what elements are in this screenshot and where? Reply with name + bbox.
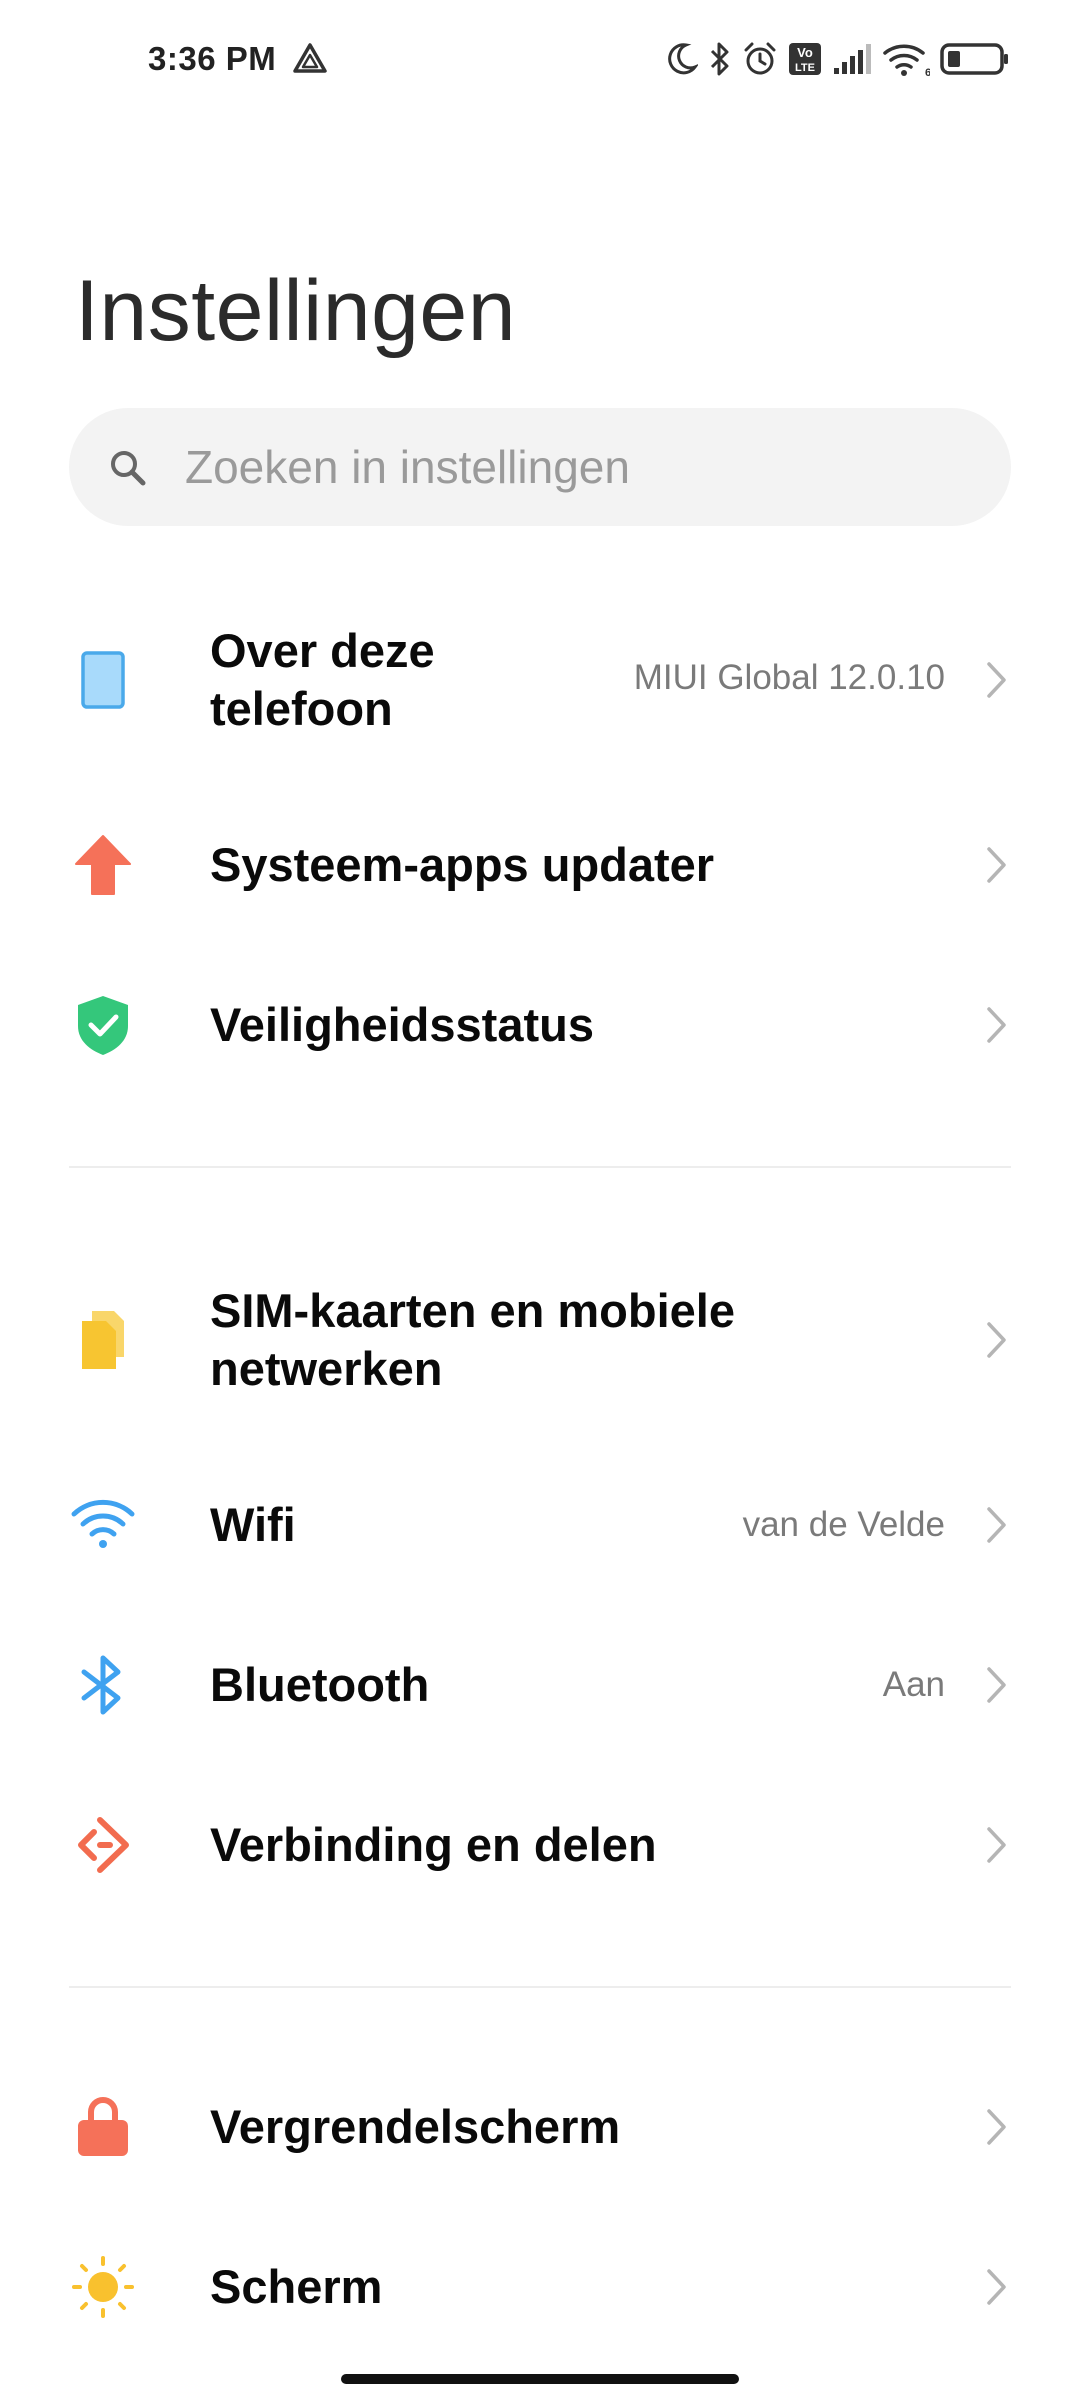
- chevron-right-icon: [984, 843, 1010, 887]
- settings-item-label: Bluetooth: [210, 1658, 430, 1711]
- settings-item-label: Over deze telefoon: [210, 622, 435, 738]
- search-icon: [106, 446, 150, 490]
- settings-item-connection-sharing[interactable]: Verbinding en delen: [0, 1770, 1080, 1920]
- search-placeholder: Zoeken in instellingen: [185, 441, 630, 493]
- volte-icon: Vo LTE: [788, 42, 822, 76]
- lock-icon: [70, 2094, 136, 2160]
- settings-item-label: Systeem-apps updater: [210, 838, 715, 891]
- alarm-icon: [742, 41, 778, 77]
- sim-card-icon: [70, 1307, 136, 1373]
- section-divider: [69, 1986, 1011, 1988]
- volte-top-text: Vo: [797, 45, 813, 60]
- arrow-up-icon: [70, 832, 136, 898]
- bluetooth-icon: [70, 1652, 136, 1718]
- settings-item-value: Aan: [882, 1665, 945, 1704]
- page-title: Instellingen: [75, 263, 517, 359]
- settings-item-label-line: SIM-kaarten en mobiele: [210, 1284, 735, 1337]
- settings-item-display[interactable]: Scherm: [0, 2212, 1080, 2362]
- settings-item-system-apps-updater[interactable]: Systeem-apps updater: [0, 790, 1080, 940]
- settings-item-label-line: netwerken: [210, 1342, 443, 1395]
- chevron-right-icon: [984, 1318, 1010, 1362]
- volte-bottom-text: LTE: [795, 62, 815, 74]
- connection-share-icon: [70, 1812, 136, 1878]
- settings-item-value: van de Velde: [742, 1505, 945, 1544]
- section-divider: [69, 1166, 1011, 1168]
- drive-triangle-icon: [292, 41, 328, 77]
- chevron-right-icon: [984, 1003, 1010, 1047]
- chevron-right-icon: [984, 1823, 1010, 1867]
- settings-item-label: Scherm: [210, 2260, 383, 2313]
- signal-icon: [832, 42, 872, 76]
- home-indicator[interactable]: [341, 2374, 739, 2384]
- status-icons: Vo LTE 6: [666, 36, 1010, 82]
- settings-item-wifi[interactable]: Wifi van de Velde: [0, 1450, 1080, 1600]
- wifi-badge: 6: [925, 67, 930, 77]
- settings-item-label-line: Over deze: [210, 624, 435, 677]
- bluetooth-icon: [708, 40, 732, 78]
- moon-icon: [666, 41, 698, 77]
- settings-item-label-line: telefoon: [210, 682, 393, 735]
- shield-check-icon: [70, 992, 136, 1058]
- settings-item-bluetooth[interactable]: Bluetooth Aan: [0, 1610, 1080, 1760]
- status-bar: 3:36 PM Vo LTE 6: [0, 0, 1080, 120]
- settings-item-value: MIUI Global 12.0.10: [633, 658, 945, 697]
- wifi-icon: [70, 1490, 136, 1556]
- settings-item-lock-screen[interactable]: Vergrendelscherm: [0, 2052, 1080, 2202]
- chevron-right-icon: [984, 2265, 1010, 2309]
- chevron-right-icon: [984, 1503, 1010, 1547]
- status-time: 3:36 PM: [148, 40, 277, 77]
- settings-item-label: Veiligheidsstatus: [210, 998, 594, 1051]
- battery-icon: [940, 42, 1010, 76]
- wifi-icon: 6: [882, 41, 930, 77]
- settings-item-sim-networks[interactable]: SIM-kaarten en mobiele netwerken: [0, 1260, 1080, 1420]
- settings-item-label: Vergrendelscherm: [210, 2100, 621, 2153]
- chevron-right-icon: [984, 658, 1010, 702]
- settings-item-label: SIM-kaarten en mobiele netwerken: [210, 1282, 735, 1398]
- sun-icon: [70, 2254, 136, 2320]
- search-input[interactable]: Zoeken in instellingen: [69, 408, 1011, 526]
- settings-item-security-status[interactable]: Veiligheidsstatus: [0, 950, 1080, 1100]
- settings-item-about-phone[interactable]: Over deze telefoon MIUI Global 12.0.10: [0, 600, 1080, 760]
- settings-item-label: Wifi: [210, 1498, 296, 1551]
- settings-item-label: Verbinding en delen: [210, 1818, 657, 1871]
- phone-icon: [70, 647, 136, 713]
- chevron-right-icon: [984, 1663, 1010, 1707]
- chevron-right-icon: [984, 2105, 1010, 2149]
